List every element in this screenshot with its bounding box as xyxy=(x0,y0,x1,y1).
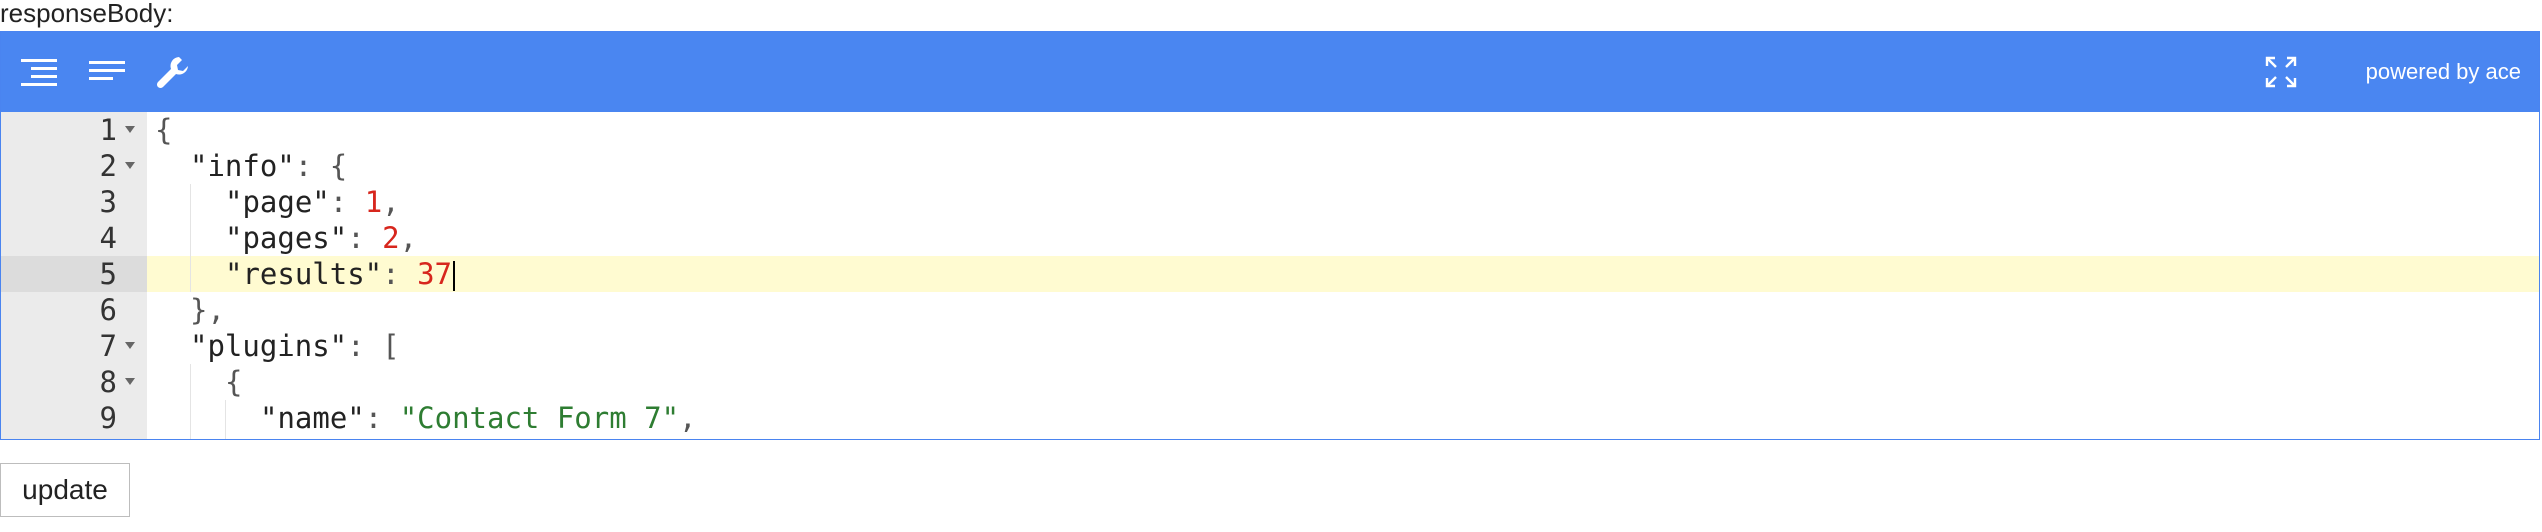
code-text: }, xyxy=(147,292,2539,328)
line-number: 1 xyxy=(99,113,117,147)
fullscreen-button[interactable] xyxy=(2257,32,2305,112)
gutter-cell: 3 xyxy=(1,184,147,220)
code-text: "results": 37 xyxy=(147,256,2539,292)
gutter-cell: 1 xyxy=(1,112,147,148)
code-token: , xyxy=(399,221,418,255)
code-token: } xyxy=(190,293,208,327)
code-token: [ xyxy=(382,329,400,363)
gutter-cell: 5 xyxy=(1,256,147,292)
code-text: "slug": "contact-form-7", xyxy=(147,436,2539,439)
code-token: : xyxy=(347,221,383,255)
code-editor[interactable]: powered by ace 1{2 "info": {3 "page": 1, 4 "… xyxy=(0,31,2540,440)
response-body-label: responseBody: xyxy=(0,0,174,28)
code-token: { xyxy=(329,149,348,183)
line-number: 9 xyxy=(99,401,117,435)
line-number: 6 xyxy=(99,293,117,327)
indent-guide xyxy=(190,400,191,436)
code-text: "plugins": [ xyxy=(147,328,2539,364)
code-token: "name" xyxy=(260,401,365,435)
code-line[interactable]: 3 "page": 1, xyxy=(1,184,2539,220)
code-token: { xyxy=(225,365,243,399)
code-line[interactable]: 8{ xyxy=(1,364,2539,400)
code-token: "contact-form-7" xyxy=(400,437,679,439)
line-number: 5 xyxy=(99,257,117,291)
powered-by-ace-label: powered by ace xyxy=(2365,59,2521,84)
code-text: "page": 1, xyxy=(147,184,2539,220)
code-line[interactable]: 1{ xyxy=(1,112,2539,148)
code-text: { xyxy=(147,112,2539,148)
code-line[interactable]: 2 "info": { xyxy=(1,148,2539,184)
code-token: , xyxy=(679,401,697,435)
gutter-cell: 4 xyxy=(1,220,147,256)
indent-guide xyxy=(225,436,226,439)
indent-guide xyxy=(190,436,191,439)
code-token: "plugins" xyxy=(190,329,348,363)
code-line[interactable]: 9 "name": "Contact Form 7", xyxy=(1,400,2539,436)
code-line[interactable]: 10 "slug": "contact-form-7", xyxy=(1,436,2539,439)
update-button[interactable]: update xyxy=(0,463,130,517)
code-token: : xyxy=(329,185,365,219)
code-token: 37 xyxy=(417,257,452,291)
code-token: , xyxy=(382,185,400,219)
indent-guide xyxy=(190,220,191,256)
code-token: , xyxy=(207,293,225,327)
code-token: "info" xyxy=(190,149,295,183)
line-number: 7 xyxy=(99,329,117,363)
indent-guide xyxy=(190,256,191,292)
code-token: "pages" xyxy=(225,221,348,255)
fold-arrow-icon[interactable] xyxy=(125,342,135,349)
indent-guide xyxy=(190,364,191,400)
indent-guide xyxy=(225,400,226,436)
code-line[interactable]: 7 "plugins": [ xyxy=(1,328,2539,364)
code-text: "name": "Contact Form 7", xyxy=(147,400,2539,436)
gutter-cell: 6 xyxy=(1,292,147,328)
lines-icon xyxy=(89,59,125,85)
fold-arrow-icon[interactable] xyxy=(125,126,135,133)
gutter-cell: 7 xyxy=(1,328,147,364)
format-indent-button[interactable] xyxy=(15,32,63,112)
line-number: 3 xyxy=(99,185,117,219)
fold-arrow-icon[interactable] xyxy=(125,162,135,169)
compact-button[interactable] xyxy=(83,32,131,112)
expand-icon xyxy=(2265,56,2297,88)
code-token: : xyxy=(365,437,400,439)
code-token: "slug" xyxy=(260,437,365,439)
code-content[interactable]: 1{2 "info": {3 "page": 1, 4 "pages": 2, 5 "res… xyxy=(1,112,2539,439)
line-number: 8 xyxy=(99,365,117,399)
code-line[interactable]: 5 "results": 37 xyxy=(1,256,2539,292)
code-text: "info": { xyxy=(147,148,2539,184)
line-number: 2 xyxy=(99,149,117,183)
code-token: , xyxy=(679,437,696,439)
gutter-cell: 10 xyxy=(1,436,147,439)
code-line[interactable]: 6}, xyxy=(1,292,2539,328)
code-token: "page" xyxy=(225,185,330,219)
code-text: { xyxy=(147,364,2539,400)
code-token: : xyxy=(382,257,418,291)
code-token: : xyxy=(364,401,400,435)
gutter-cell: 9 xyxy=(1,400,147,436)
code-text: "pages": 2, xyxy=(147,220,2539,256)
text-cursor xyxy=(452,261,455,291)
indent-format-icon xyxy=(21,57,57,87)
code-token: : xyxy=(294,149,330,183)
editor-toolbar: powered by ace xyxy=(1,32,2539,112)
line-number: 4 xyxy=(99,221,117,255)
gutter-cell: 2 xyxy=(1,148,147,184)
fold-arrow-icon[interactable] xyxy=(125,378,135,385)
gutter-cell: 8 xyxy=(1,364,147,400)
indent-guide xyxy=(190,184,191,220)
code-token: : xyxy=(347,329,383,363)
code-line[interactable]: 4 "pages": 2, xyxy=(1,220,2539,256)
code-token: "Contact Form 7" xyxy=(399,401,680,435)
code-token: "results" xyxy=(225,257,383,291)
line-number: 10 xyxy=(82,436,117,439)
code-token: { xyxy=(155,113,173,147)
wrench-icon xyxy=(155,54,191,90)
code-token: 2 xyxy=(382,221,400,255)
code-token: 1 xyxy=(364,185,383,219)
repair-button[interactable] xyxy=(149,32,197,112)
